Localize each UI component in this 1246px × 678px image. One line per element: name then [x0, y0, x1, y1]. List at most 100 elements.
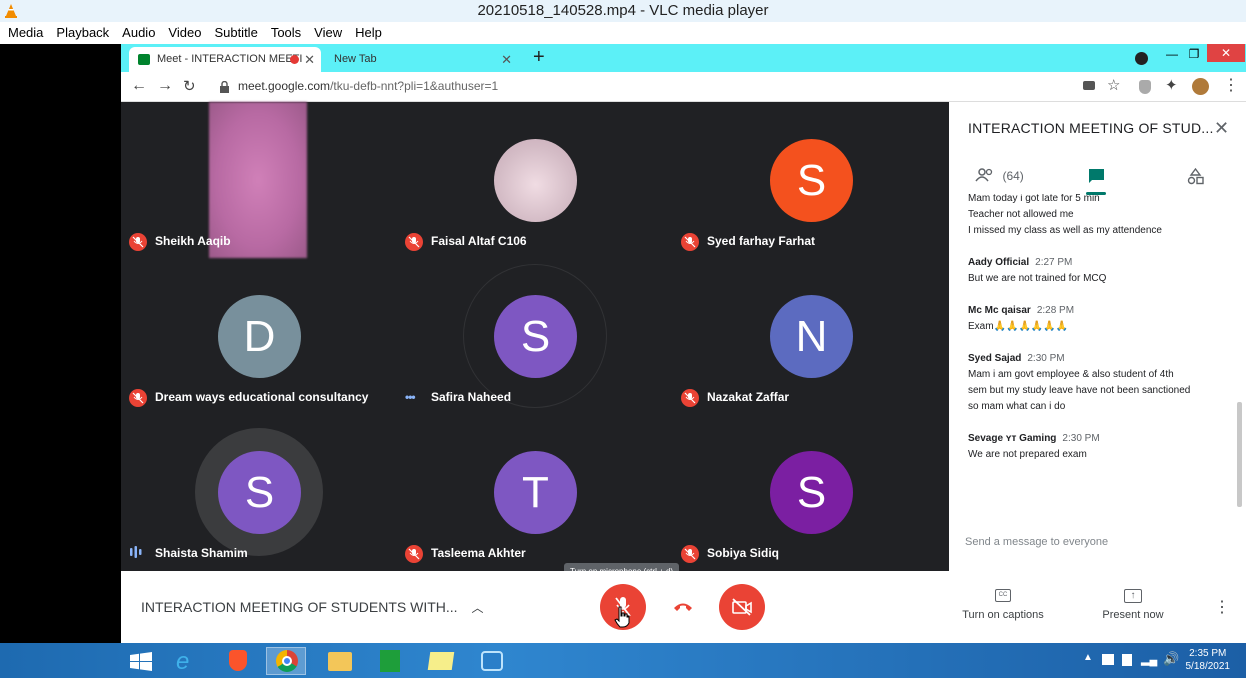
avatar: D	[218, 295, 301, 378]
mic-muted-icon	[681, 232, 699, 251]
brave-shield-icon[interactable]	[1139, 80, 1151, 94]
close-tab-icon[interactable]: ✕	[501, 47, 512, 72]
chat-input[interactable]: Send a message to everyone	[965, 536, 1108, 548]
ie-icon[interactable]: e	[168, 647, 208, 675]
leave-call-icon[interactable]	[672, 600, 694, 612]
mic-muted-icon	[405, 544, 423, 563]
activities-icon[interactable]	[1187, 168, 1204, 185]
bookmark-star-icon[interactable]: ☆	[1107, 76, 1120, 94]
chat-message-header: Syed Sajad 2:30 PM	[968, 349, 1228, 367]
back-icon[interactable]: ←	[131, 77, 147, 95]
tab-new-label: New Tab	[334, 53, 377, 65]
message-text: so mam what can i do	[968, 401, 1066, 412]
camera-app-icon[interactable]	[472, 647, 512, 675]
lock-icon[interactable]	[220, 81, 229, 93]
tab-meet[interactable]: Meet - INTERACTION MEETI ✕	[129, 47, 321, 72]
tray-battery-icon[interactable]	[1122, 654, 1132, 666]
file-explorer-icon[interactable]	[320, 647, 360, 675]
tab-new[interactable]: New Tab ✕	[326, 47, 518, 72]
participant-tile[interactable]: S Sobiya Sidiq	[673, 414, 949, 570]
vlc-cone-icon	[5, 4, 17, 18]
sender-name: Mc Mc qaisar	[968, 305, 1031, 316]
panel-title: INTERACTION MEETING OF STUD...	[968, 120, 1214, 136]
menu-help[interactable]: Help	[347, 22, 382, 44]
captions-icon: CC	[995, 589, 1011, 602]
chrome-icon[interactable]	[266, 647, 306, 675]
chat-scrollbar[interactable]	[1237, 402, 1242, 507]
participant-name: Sobiya Sidiq	[707, 546, 780, 560]
avatar[interactable]	[1192, 78, 1209, 95]
participant-tile[interactable]: S ••• Safira Naheed	[397, 258, 673, 414]
clock-time: 2:35 PM	[1189, 648, 1227, 659]
tray-chevron-icon[interactable]: ▲	[1083, 652, 1093, 663]
forward-icon[interactable]: →	[157, 77, 173, 95]
start-button-icon[interactable]	[130, 652, 152, 671]
brave-icon[interactable]	[218, 647, 258, 675]
sticky-notes-icon[interactable]	[421, 647, 461, 675]
tray-volume-icon[interactable]: 🔊	[1163, 651, 1179, 667]
people-tab[interactable]: (64)	[975, 168, 1024, 187]
chat-message-header: Sevage ʏᴛ Gaming 2:30 PM	[968, 429, 1228, 447]
taskbar-clock[interactable]: 2:35 PM 5/18/2021	[1186, 647, 1231, 673]
extensions-icon[interactable]: ✦	[1165, 76, 1178, 94]
present-button[interactable]: ↑ Present now	[1083, 589, 1183, 621]
avatar: S	[770, 451, 853, 534]
participant-nameplate: Sobiya Sidiq	[681, 544, 780, 563]
mic-muted-icon	[129, 388, 147, 407]
participant-name: Syed farhay Farhat	[707, 234, 816, 248]
participant-nameplate: Shaista Shamim	[129, 544, 248, 562]
captions-button[interactable]: CC Turn on captions	[953, 589, 1053, 621]
camera-off-icon	[732, 598, 752, 616]
menu-audio[interactable]: Audio	[114, 22, 155, 44]
close-window-icon[interactable]: ✕	[1207, 44, 1245, 62]
menu-video[interactable]: Video	[160, 22, 201, 44]
message-time: 2:28 PM	[1036, 305, 1075, 316]
mic-muted-icon	[129, 232, 147, 251]
meeting-controls-bar: INTERACTION MEETING OF STUDENTS WITH... …	[121, 571, 1246, 643]
close-panel-icon[interactable]: ✕	[1214, 118, 1229, 139]
tab-meet-label: Meet - INTERACTION MEETI	[157, 53, 303, 65]
clock-date: 5/18/2021	[1185, 661, 1231, 672]
participant-tile[interactable]: T Tasleema Akhter	[397, 414, 673, 570]
more-options-icon[interactable]: ⋮	[1214, 597, 1230, 617]
reload-icon[interactable]: ↻	[183, 77, 196, 95]
vlc-menu-bar: Media Playback Audio Video Subtitle Tools View…	[0, 22, 1246, 44]
participant-tile[interactable]: Sheikh Aaqib	[121, 102, 397, 258]
avatar: S	[218, 451, 301, 534]
participant-tile[interactable]: S Syed farhay Farhat	[673, 102, 949, 258]
meeting-details-button[interactable]: INTERACTION MEETING OF STUDENTS WITH... …	[141, 599, 483, 616]
chat-panel: INTERACTION MEETING OF STUD... ✕ (64) Ma…	[949, 102, 1246, 571]
url-host: meet.google.com	[238, 79, 331, 93]
profile-dropdown-icon[interactable]	[1135, 52, 1148, 65]
restore-icon[interactable]: ❐	[1179, 46, 1209, 62]
tray-network-icon[interactable]: ▂▄	[1141, 653, 1157, 666]
participant-name: Shaista Shamim	[155, 546, 248, 560]
url-path: /tku-defb-nnt?pli=1&authuser=1	[330, 79, 499, 93]
address-bar[interactable]: meet.google.com/tku-defb-nnt?pli=1&authu…	[238, 79, 498, 93]
meeting-name: INTERACTION MEETING OF STUDENTS WITH...	[141, 599, 458, 615]
participant-tile[interactable]: S Shaista Shamim	[121, 414, 397, 570]
new-tab-icon[interactable]: +	[533, 46, 545, 69]
chat-icon[interactable]	[1088, 168, 1105, 184]
store-icon[interactable]	[370, 647, 410, 675]
participant-tile[interactable]: N Nazakat Zaffar	[673, 258, 949, 414]
participant-name: Dream ways educational consultancy	[155, 390, 369, 404]
chat-message: Mc Mc qaisar 2:28 PM Exam🙏🙏🙏🙏🙏🙏	[968, 301, 1228, 335]
message-text: sem but my study leave have not been san…	[968, 385, 1191, 396]
participant-tile[interactable]: Faisal Altaf C106	[397, 102, 673, 258]
close-tab-icon[interactable]: ✕	[304, 47, 315, 72]
menu-playback[interactable]: Playback	[48, 22, 109, 44]
mic-muted-icon	[681, 544, 699, 563]
present-icon: ↑	[1124, 589, 1142, 603]
participant-tile[interactable]: D Dream ways educational consultancy	[121, 258, 397, 414]
chrome-menu-icon[interactable]: ⋮	[1223, 75, 1239, 95]
menu-view[interactable]: View	[306, 22, 342, 44]
camera-permission-icon[interactable]	[1083, 81, 1095, 90]
menu-media[interactable]: Media	[0, 22, 43, 44]
message-text: Teacher not allowed me	[968, 209, 1074, 220]
hand-cursor-icon	[614, 606, 630, 628]
menu-tools[interactable]: Tools	[263, 22, 301, 44]
tray-flag-icon[interactable]	[1102, 654, 1114, 665]
menu-subtitle[interactable]: Subtitle	[206, 22, 257, 44]
camera-toggle-button[interactable]	[719, 584, 765, 630]
